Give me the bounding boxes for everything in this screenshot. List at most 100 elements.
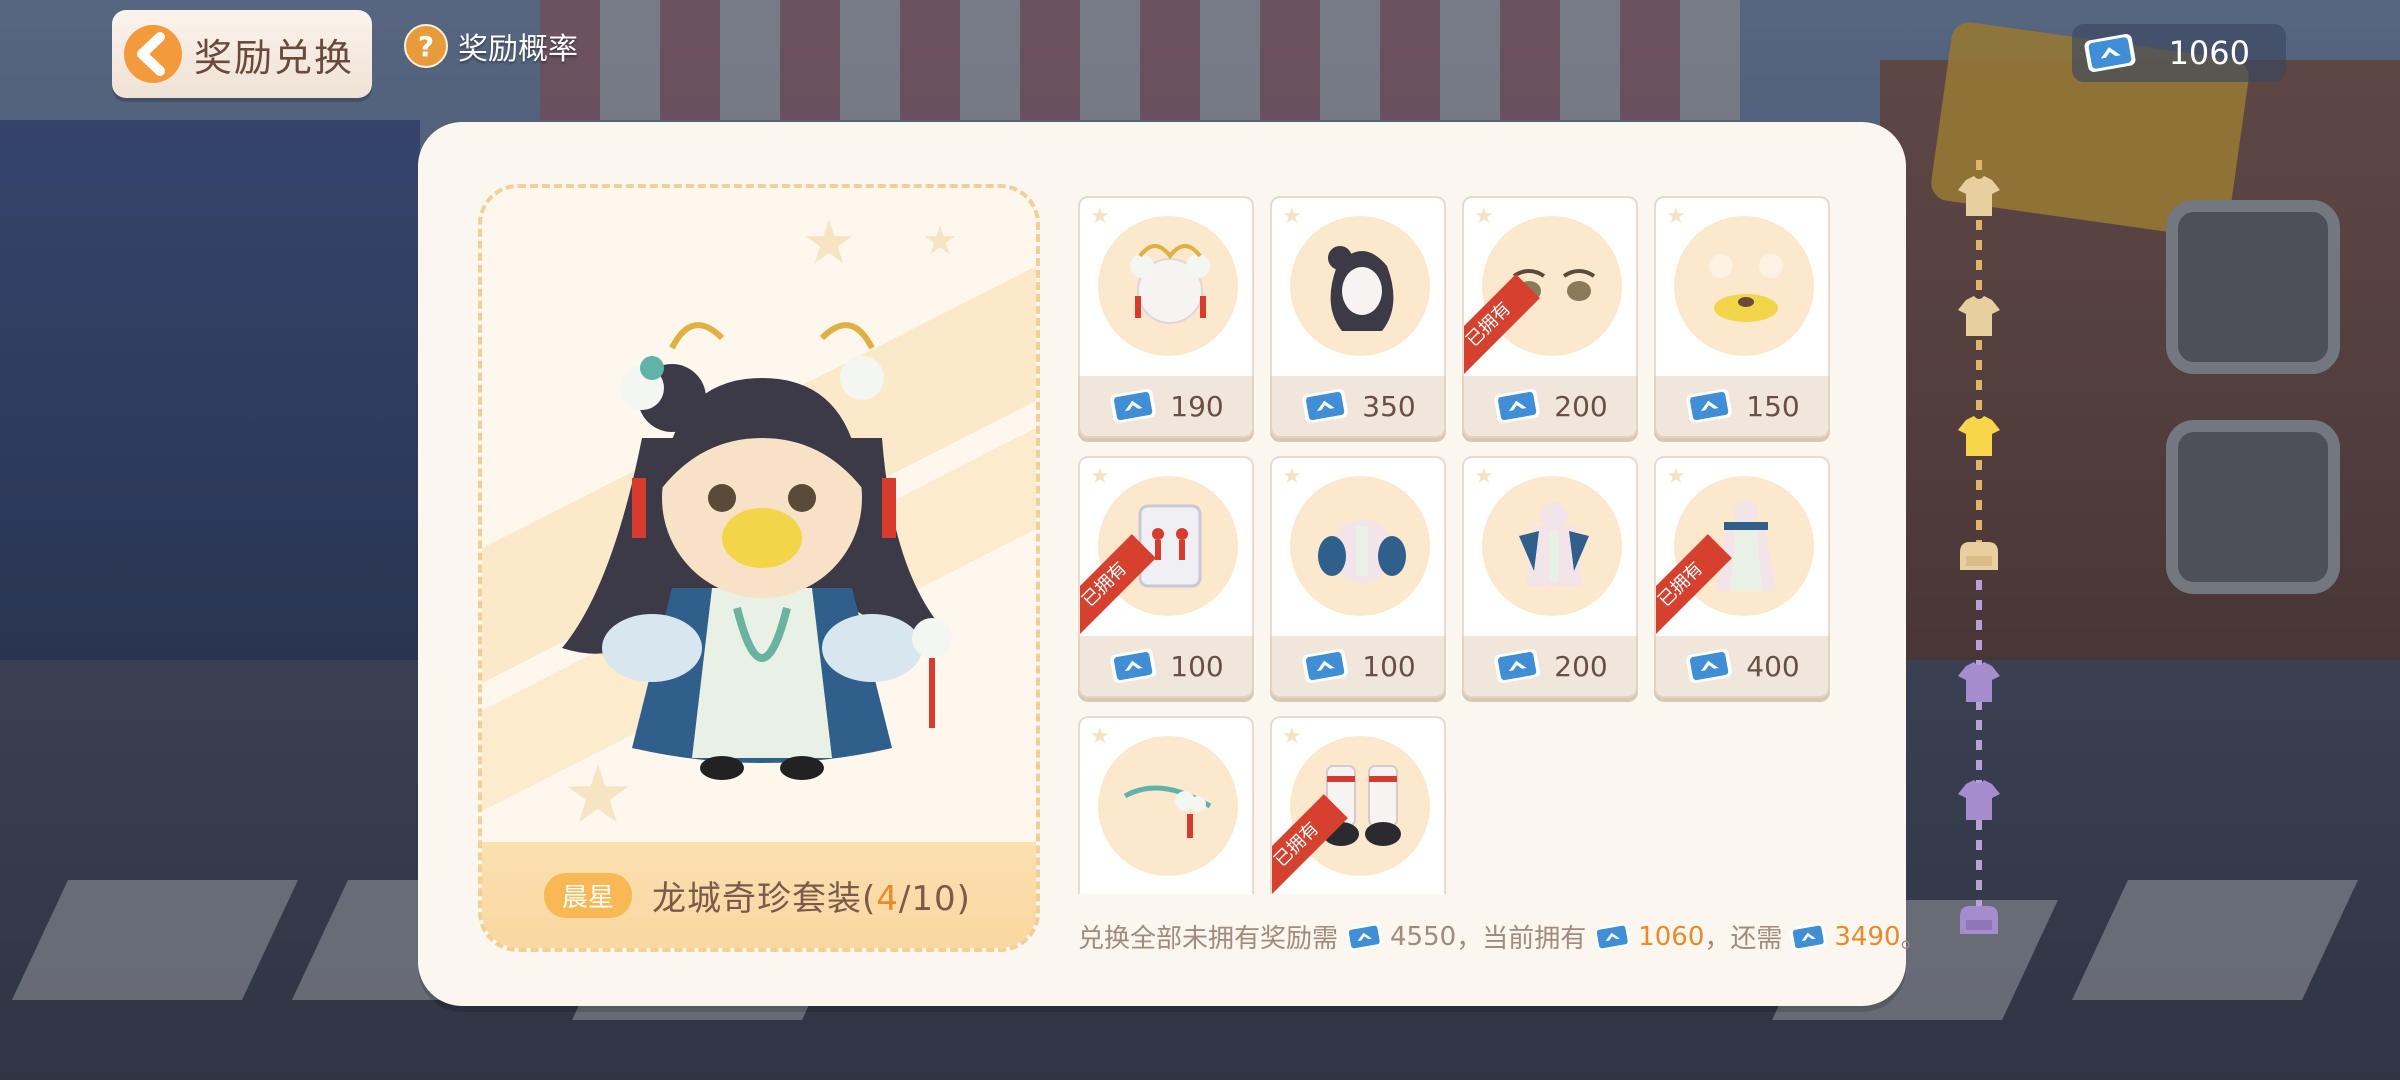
- ticket-icon: [1300, 646, 1352, 686]
- price-bar: 400: [1654, 636, 1830, 698]
- star-decoration: ★: [922, 218, 958, 264]
- price-bar: 100: [1078, 636, 1254, 698]
- milestone-shirt-icon[interactable]: [1952, 290, 2006, 344]
- ticket-icon: [1108, 386, 1160, 426]
- hair-ornament-icon: [1130, 244, 1210, 324]
- exchange-panel: ★ ★ ★ 晨星 龙城奇珍套装(4/10) ★ 190 ★ 350 ★ 已拥有 …: [418, 122, 1927, 1006]
- item-price: 350: [1362, 389, 1416, 423]
- price-bar: 200: [1462, 376, 1638, 438]
- card-image-area: ★ 已拥有: [1270, 716, 1446, 894]
- summary-mid2: ，还需: [1704, 924, 1783, 954]
- item-price: 100: [1362, 649, 1416, 683]
- milestone-shirt-icon[interactable]: [1952, 170, 2006, 224]
- ticket-icon: [1300, 386, 1352, 426]
- item-price: 100: [1170, 649, 1224, 683]
- item-price: 150: [1746, 389, 1800, 423]
- set-owned-count: 4: [876, 878, 899, 919]
- summary-remain-amount: 3490: [1834, 921, 1901, 952]
- page-title: 奖励兑换: [194, 35, 355, 80]
- price-bar: 200: [1462, 636, 1638, 698]
- card-image-area: ★ 已拥有: [1462, 196, 1638, 378]
- ticket-icon: [1684, 646, 1736, 686]
- star-decoration: ★: [1090, 464, 1110, 489]
- reward-card-hand-accessory[interactable]: ★: [1078, 716, 1254, 894]
- reward-card-hair-ornament[interactable]: ★ 190: [1078, 196, 1254, 442]
- item-price: 400: [1746, 649, 1800, 683]
- ticket-icon: [1492, 646, 1544, 686]
- set-close-paren: ): [956, 878, 971, 919]
- currency-amount: 1060: [2168, 34, 2250, 72]
- ticket-icon: [1788, 921, 1830, 953]
- milestone-shirt-current-icon[interactable]: [1952, 410, 2006, 464]
- bear-face-icon: [1709, 254, 1783, 322]
- ticket-icon: [1492, 386, 1544, 426]
- summary-prefix: 兑换全部未拥有奖励需: [1078, 924, 1339, 954]
- question-mark-icon: ?: [404, 24, 448, 68]
- summary-mid: ，当前拥有: [1456, 924, 1587, 954]
- outfit-icon: [1519, 502, 1589, 586]
- top-icon: [1318, 519, 1406, 583]
- star-decoration: ★: [1090, 204, 1110, 229]
- star-decoration: ★: [1282, 204, 1302, 229]
- back-arrow-icon: [122, 23, 184, 85]
- currency-display: 1060: [2072, 24, 2286, 82]
- ticket-icon: [1684, 386, 1736, 426]
- exchange-summary: 兑换全部未拥有奖励需 4550 ，当前拥有 1060 ，还需 3490 。: [1078, 918, 1927, 955]
- price-bar: 190: [1078, 376, 1254, 438]
- reward-card-hairstyle[interactable]: ★ 350: [1270, 196, 1446, 442]
- summary-need-amount: 4550: [1390, 921, 1457, 952]
- reward-probability-button[interactable]: ? 奖励概率: [404, 24, 578, 68]
- summary-have-amount: 1060: [1638, 921, 1705, 952]
- star-decoration: ★: [1474, 204, 1494, 229]
- star-decoration: ★: [1474, 464, 1494, 489]
- item-price: 190: [1170, 389, 1224, 423]
- price-bar: 150: [1654, 376, 1830, 438]
- price-bar: 350: [1270, 376, 1446, 438]
- card-image-area: ★: [1078, 196, 1254, 378]
- set-separator: /: [898, 878, 912, 919]
- card-image-area: ★: [1462, 456, 1638, 638]
- milestone-shirt-locked-icon[interactable]: [1952, 774, 2006, 828]
- hand-accessory-icon: [1123, 785, 1212, 838]
- hairstyle-icon: [1328, 246, 1394, 331]
- price-bar: 100: [1270, 636, 1446, 698]
- set-name: 龙城奇珍套装(4/10): [652, 871, 971, 920]
- summary-suffix: 。: [1900, 924, 1927, 954]
- item-price: 200: [1554, 389, 1608, 423]
- rank-badge: 晨星: [544, 872, 633, 918]
- card-image-area: ★: [1078, 716, 1254, 894]
- card-image-area: ★: [1270, 196, 1446, 378]
- star-decoration: ★: [1666, 204, 1686, 229]
- star-decoration: ★: [1282, 464, 1302, 489]
- reward-probability-label: 奖励概率: [458, 32, 578, 67]
- card-image-area: ★ 已拥有: [1654, 456, 1830, 638]
- star-decoration: ★: [1666, 464, 1686, 489]
- back-button[interactable]: 奖励兑换: [112, 10, 372, 98]
- star-decoration: ★: [1282, 724, 1302, 749]
- card-image-area: ★ 已拥有: [1078, 456, 1254, 638]
- reward-progress-track-lower: [1976, 560, 1982, 920]
- star-decoration: ★: [802, 208, 856, 278]
- reward-card-top[interactable]: ★ 100: [1270, 456, 1446, 702]
- reward-card-dress[interactable]: ★ 已拥有 400: [1654, 456, 1830, 702]
- milestone-sofa-icon[interactable]: [1952, 530, 2006, 584]
- milestone-sofa-locked-icon[interactable]: [1952, 894, 2006, 948]
- set-name-text: 龙城奇珍套装(: [652, 878, 877, 919]
- ticket-icon: [1108, 646, 1160, 686]
- ticket-icon: [1344, 921, 1386, 953]
- card-image-area: ★: [1654, 196, 1830, 378]
- set-info-bar: 晨星 龙城奇珍套装(4/10): [482, 842, 1036, 948]
- ticket-icon: [2082, 31, 2140, 75]
- reward-card-outfit[interactable]: ★ 200: [1462, 456, 1638, 702]
- set-showcase[interactable]: ★ ★ ★ 晨星 龙城奇珍套装(4/10): [478, 184, 1040, 952]
- reward-card-boots[interactable]: ★ 已拥有: [1270, 716, 1446, 894]
- item-price: 200: [1554, 649, 1608, 683]
- ticket-icon: [1592, 921, 1634, 953]
- star-decoration: ★: [1090, 724, 1110, 749]
- reward-card-face-bear[interactable]: ★ 150: [1654, 196, 1830, 442]
- milestone-shirt-locked-icon[interactable]: [1952, 656, 2006, 710]
- reward-card-earrings[interactable]: ★ 已拥有 100: [1078, 456, 1254, 702]
- character-preview: [562, 322, 952, 780]
- card-image-area: ★: [1270, 456, 1446, 638]
- reward-card-eyes[interactable]: ★ 已拥有 200: [1462, 196, 1638, 442]
